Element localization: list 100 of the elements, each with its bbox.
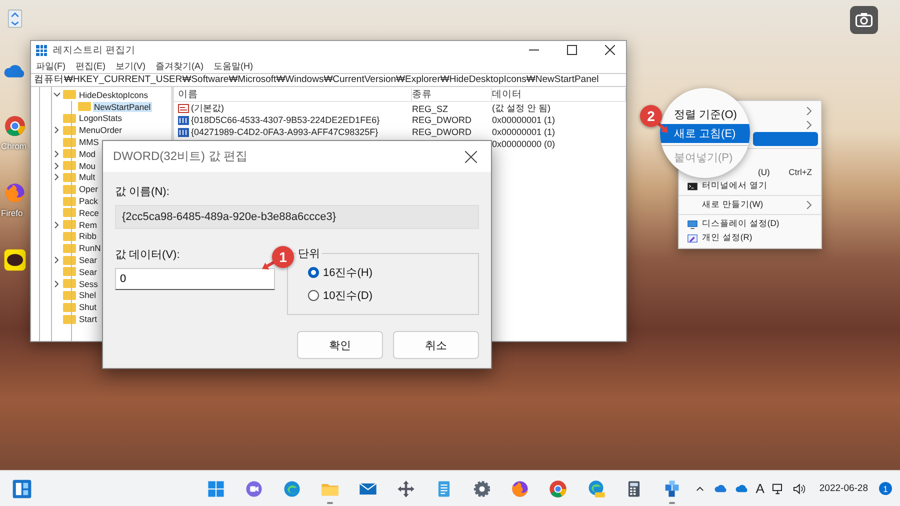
value-data-cell-text: 0x00000001 (1) [492,115,556,125]
value-type-cell-text: REG_DWORD [412,127,473,137]
menu-item[interactable]: 디스플레이 설정(D) [682,217,818,231]
folder-icon [63,314,76,324]
folder-icon [63,256,76,265]
folder-icon [63,279,76,288]
field-label: 값 이름(N): [115,185,170,199]
folder-icon [63,302,76,312]
tree-item[interactable]: Mou [78,160,97,171]
tree-item[interactable]: Ribb [78,231,98,242]
value-data-cell-text: 0x00000000 (0) [492,139,556,149]
folder-icon [63,172,76,182]
value-type-cell-text: REG_SZ [412,104,450,114]
maximize-icon [567,45,577,55]
ok-button[interactable]: 확인 [297,331,383,359]
value-type-cell-text: REG_DWORD [412,115,473,125]
binary-value-icon [178,116,189,124]
folder-icon [63,138,76,147]
address-bar[interactable]: 컴퓨터₩HKEY_CURRENT_USER₩Software₩Microsoft₩Windows₩CurrentVersion₩Explorer₩HideDesktopIcons₩NewStartPanel [31,73,626,87]
registry-icon [36,44,47,56]
column-header[interactable]: 데이터 [492,88,626,100]
folder-icon [63,196,76,206]
folder-icon [63,149,76,158]
widgets-icon [11,478,33,500]
tree-item[interactable]: Start [78,314,98,324]
menu-item[interactable]: 파일(F) [36,60,66,72]
folder-icon [63,232,76,241]
tree-item[interactable]: LogonStats [78,113,124,124]
column-header[interactable]: 이름 [178,88,412,100]
clock-date[interactable]: 2022-06-28 [819,483,868,494]
column-header[interactable]: 종류 [412,88,492,100]
folder-icon [63,126,76,135]
folder-icon [63,114,76,123]
tree-item[interactable]: RunN [78,243,102,254]
video-chat-icon [244,478,264,498]
value-data-cell-text: (값 설정 안 됨) [492,102,552,115]
tree-item[interactable]: Pack [78,196,99,206]
magnified-menu-item: 붙여넣기(P) [673,150,734,166]
edge-icon [282,478,302,498]
start-icon [206,478,226,498]
tree-item[interactable]: Shel [78,290,98,300]
tree-item[interactable]: Shut [78,302,98,312]
display-icon [687,218,698,230]
input-indicator[interactable]: A [756,481,764,496]
folder-icon [63,161,76,170]
value-name-field[interactable]: {2cc5ca98-6485-489a-920e-b3e88a6ccce3} [115,205,479,229]
menu-item[interactable]: 터미널에서 열기 [682,179,818,193]
value-name-cell: {04271989-C4D2-0FA3-A993-AFF47C98325F} [178,127,412,137]
field-label: 값 데이터(V): [115,248,181,262]
menu-item[interactable]: 즐겨찾기(A) [156,60,204,72]
tree-item[interactable]: MenuOrder [78,125,123,136]
close-icon [605,45,615,55]
value-name-cell: (기본값) [178,102,412,115]
folder-icon [63,208,76,218]
firefox-icon[interactable] [3,181,27,205]
firefox-icon [510,478,530,498]
personalize-icon [687,232,698,244]
tree-item[interactable]: Rem [78,220,98,230]
terminal-icon [687,180,698,192]
notification-badge[interactable]: 1 [879,482,892,495]
tree-item[interactable]: Sear [78,266,98,277]
tree-item[interactable]: NewStartPanel [93,102,152,112]
menu-item[interactable]: 개인 설정(R) [682,231,818,245]
menu-item[interactable]: (U) Ctrl+Z [753,165,818,179]
menu-item[interactable]: 새로 만들기(W) [682,198,818,212]
tree-item[interactable]: Sear [78,255,98,266]
shortcut-text: Ctrl+Z [788,167,812,177]
group-title: 단위 [296,246,322,261]
folder-icon [63,290,76,300]
settings-icon [472,478,492,498]
volume-icon[interactable] [792,482,806,496]
cancel-button[interactable]: 취소 [393,331,479,359]
chrome-icon[interactable] [3,114,27,138]
folder-icon [63,90,76,100]
value-data-cell-text: 0x00000001 (1) [492,127,556,137]
menu-item[interactable]: 편집(E) [76,60,106,72]
folder-icon [63,184,76,194]
tree-item[interactable]: Oper [78,184,99,194]
camera-icon[interactable] [850,6,878,34]
window-title: 레지스트리 편집기 [53,44,137,56]
minimize-icon [529,49,539,51]
chrome-icon [548,478,568,498]
radio-option[interactable]: 10진수(D) [308,288,478,303]
edge-canary-icon [586,478,606,498]
folder-icon [78,102,91,112]
tree-item[interactable]: HideDesktopIcons [78,90,149,100]
value-data-field[interactable]: 0 [115,268,275,290]
menu-item[interactable]: 도움말(H) [214,60,253,72]
radio-option[interactable]: 16진수(H) [308,265,478,280]
folder-icon [63,244,76,253]
menu-item[interactable]: 보기(V) [116,60,146,72]
binary-value-icon [178,128,189,136]
value-name-cell: {018D5C66-4533-4307-9B53-224DE2ED1FE6} [178,115,412,125]
tree-item[interactable]: Sess [78,278,99,289]
tree-item[interactable]: Mod [78,148,97,159]
close-icon [465,150,477,162]
tree-item[interactable]: MMS [78,137,100,148]
string-value-icon [178,104,189,113]
tree-item[interactable]: Mult [78,172,96,182]
tree-item[interactable]: Rece [78,208,100,218]
